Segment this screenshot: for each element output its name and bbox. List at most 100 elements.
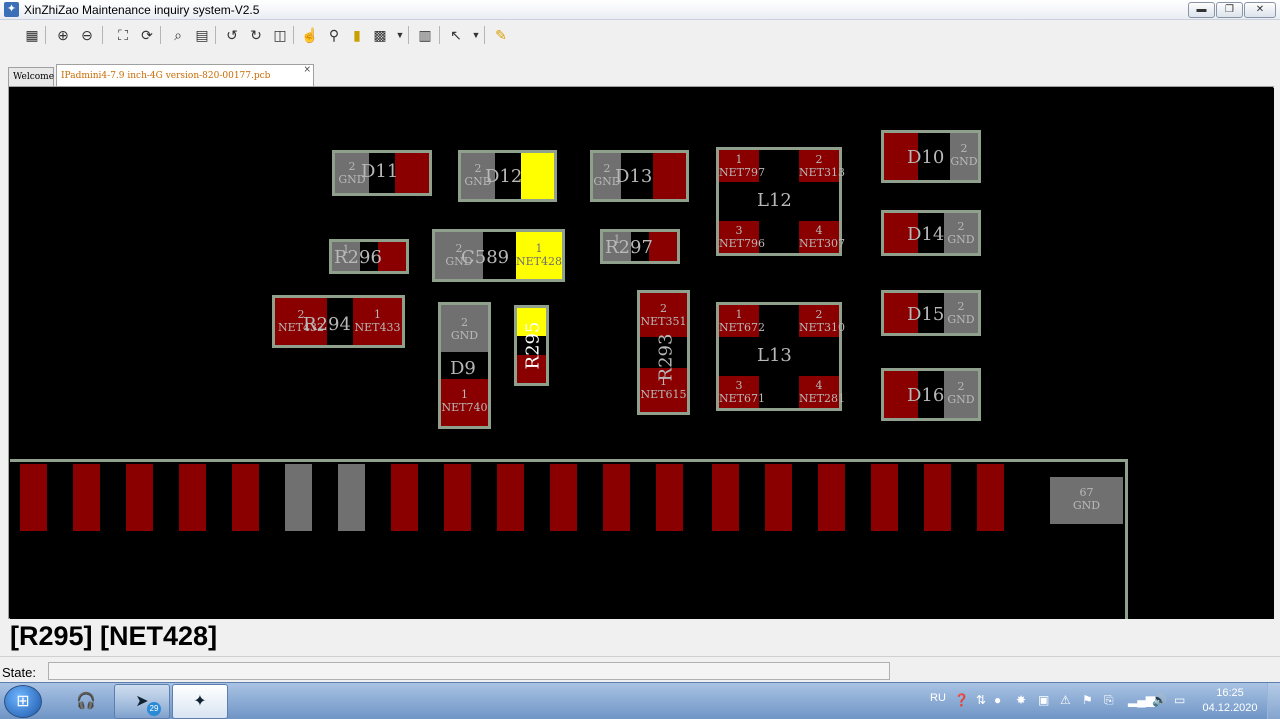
component-r294[interactable]: 2 NET432 1 NET433 R294 xyxy=(272,295,405,348)
component-d16[interactable]: 2 GND D16 xyxy=(881,368,981,421)
network-icon[interactable]: ▭ xyxy=(1174,693,1185,707)
pad-3[interactable]: 3 NET671 xyxy=(719,376,765,408)
telegram-tray-icon[interactable]: ● xyxy=(994,693,1001,707)
help-icon[interactable]: ❓ xyxy=(954,693,969,707)
signal-icon[interactable]: ▂▄▆ xyxy=(1128,693,1155,707)
component-d15[interactable]: 2 GND D15 xyxy=(881,290,981,336)
tab-welcome[interactable]: Welcome xyxy=(8,67,54,86)
pad-2[interactable]: 2 NET313 xyxy=(799,150,845,182)
chevron-down-icon[interactable]: ▼ xyxy=(466,25,486,45)
tree-icon[interactable]: ▦ xyxy=(22,25,42,45)
connector-pin[interactable] xyxy=(285,464,312,531)
pad-4[interactable]: 4 NET281 xyxy=(799,376,845,408)
search-icon[interactable]: ⌕ xyxy=(168,25,188,45)
connector-pin[interactable] xyxy=(126,464,153,531)
component-d9[interactable]: 2 GND 1 NET740 D9 xyxy=(438,302,491,429)
connector-pin[interactable] xyxy=(444,464,471,531)
start-button[interactable]: ⊞ xyxy=(4,685,42,718)
pad-gnd[interactable]: 2 GND xyxy=(441,305,488,352)
volume-icon[interactable]: 🔊 xyxy=(1152,693,1167,707)
pad-4[interactable]: 4 NET307 xyxy=(799,221,845,253)
fit-icon[interactable]: ⛶ xyxy=(113,25,133,45)
component-d10[interactable]: 2 GND D10 xyxy=(881,130,981,183)
connector-pin[interactable] xyxy=(391,464,418,531)
pad-highlighted[interactable] xyxy=(521,153,554,199)
show-desktop-button[interactable] xyxy=(1267,683,1280,719)
pad-1[interactable]: 1 NET797 xyxy=(719,150,765,182)
pad-signal[interactable]: 1 NET740 xyxy=(441,379,488,426)
component-d11[interactable]: 2 GND D11 xyxy=(332,150,432,196)
component-r293[interactable]: 2 NET351 1 NET615 R293 xyxy=(637,290,690,415)
close-button[interactable]: ✕ xyxy=(1244,2,1276,18)
connector-pin[interactable] xyxy=(20,464,47,531)
connector-pin[interactable] xyxy=(871,464,898,531)
taskbar-app-telegram-icon[interactable]: ➤ 29 xyxy=(114,684,170,719)
pcb-canvas[interactable]: 2 GND D11 2 GND D12 2 GND D13 1 NET797 2… xyxy=(10,88,1274,619)
component-d13[interactable]: 2 GND D13 xyxy=(590,150,689,202)
marker-icon[interactable]: ▮ xyxy=(347,25,367,45)
grid-icon[interactable]: ▥ xyxy=(415,25,435,45)
hand-icon[interactable]: ☝ xyxy=(300,25,320,45)
pad-gnd[interactable]: 2 GND xyxy=(944,293,978,333)
taskbar-app-xinzhizao-icon[interactable]: ✦ xyxy=(172,684,228,719)
pad-1[interactable]: 1 NET433 xyxy=(353,298,402,345)
refresh-icon[interactable]: ⟳ xyxy=(137,25,157,45)
language-indicator[interactable]: RU xyxy=(930,692,946,704)
pad-gnd[interactable]: 2 GND xyxy=(944,213,978,253)
pointer-icon[interactable]: ↖ xyxy=(446,25,466,45)
pad-highlighted[interactable]: 1 NET428 xyxy=(516,232,562,279)
zoom-out-icon[interactable]: ⊖ xyxy=(77,25,97,45)
note-icon[interactable]: ✎ xyxy=(491,25,511,45)
connector-pin[interactable] xyxy=(977,464,1004,531)
usb-icon[interactable]: ⎘ xyxy=(1104,693,1114,708)
connector-pin[interactable] xyxy=(924,464,951,531)
tab-close-icon[interactable]: × xyxy=(303,59,311,81)
taskbar-app-media-icon[interactable]: 🎧 xyxy=(58,684,114,719)
connector-pin[interactable] xyxy=(232,464,259,531)
clock[interactable]: 16:25 04.12.2020 xyxy=(1198,686,1262,716)
connector-pin[interactable] xyxy=(497,464,524,531)
component-r295[interactable]: R295 xyxy=(514,305,549,386)
pad-1[interactable]: 1 NET672 xyxy=(719,305,765,337)
connector-footprint[interactable]: 67 GND xyxy=(10,459,1128,619)
component-d12[interactable]: 2 GND D12 xyxy=(458,150,557,202)
probe-icon[interactable]: ⚲ xyxy=(324,25,344,45)
tab-pcb-file[interactable]: IPadmini4-7.9 inch-4G version-820-00177.… xyxy=(56,64,314,86)
printer-icon[interactable]: ▣ xyxy=(1038,693,1049,707)
pad-2[interactable]: 2 NET351 xyxy=(640,293,687,337)
pad-gnd[interactable]: 2 GND xyxy=(950,133,978,180)
zoom-in-icon[interactable]: ⊕ xyxy=(53,25,73,45)
component-l13[interactable]: 1 NET672 2 NET310 3 NET671 4 NET281 L13 xyxy=(716,302,845,411)
maximize-button[interactable]: ❐ xyxy=(1216,2,1243,18)
security-icon[interactable]: ⚠ xyxy=(1060,693,1071,707)
flag-icon[interactable]: ⚑ xyxy=(1082,693,1093,707)
flip-icon[interactable]: ◫ xyxy=(270,25,290,45)
rotate-left-icon[interactable]: ↺ xyxy=(222,25,242,45)
pad-1[interactable] xyxy=(378,242,406,271)
connector-pin[interactable] xyxy=(73,464,100,531)
component-c589[interactable]: 2 GND 1 NET428 C589 xyxy=(432,229,565,282)
pad-2[interactable]: 2 NET310 xyxy=(799,305,845,337)
minimize-button[interactable]: ▬ xyxy=(1188,2,1215,18)
component-l12[interactable]: 1 NET797 2 NET313 3 NET796 4 NET307 L12 xyxy=(716,147,845,256)
component-r297[interactable]: 1 R297 xyxy=(600,229,680,264)
connector-pin[interactable] xyxy=(656,464,683,531)
connector-gnd-pad[interactable]: 67 GND xyxy=(1050,477,1123,524)
connector-pin[interactable] xyxy=(179,464,206,531)
pad-3[interactable]: 3 NET796 xyxy=(719,221,765,253)
connector-pin[interactable] xyxy=(765,464,792,531)
connector-pin[interactable] xyxy=(550,464,577,531)
pad-signal[interactable] xyxy=(395,153,429,193)
component-d14[interactable]: 2 GND D14 xyxy=(881,210,981,256)
pad-signal[interactable] xyxy=(653,153,686,199)
connector-pin[interactable] xyxy=(603,464,630,531)
pad-gnd[interactable]: 2 GND xyxy=(944,371,978,418)
find-net-icon[interactable]: ▤ xyxy=(192,25,212,45)
update-icon[interactable]: ✸ xyxy=(1016,693,1026,707)
connector-pin[interactable] xyxy=(818,464,845,531)
connector-pin[interactable] xyxy=(338,464,365,531)
component-r296[interactable]: 1 R296 xyxy=(329,239,409,274)
tray-arrows-icon[interactable]: ⇅ xyxy=(976,693,986,707)
chevron-down-icon[interactable]: ▼ xyxy=(390,25,410,45)
pad-1[interactable] xyxy=(649,232,677,261)
